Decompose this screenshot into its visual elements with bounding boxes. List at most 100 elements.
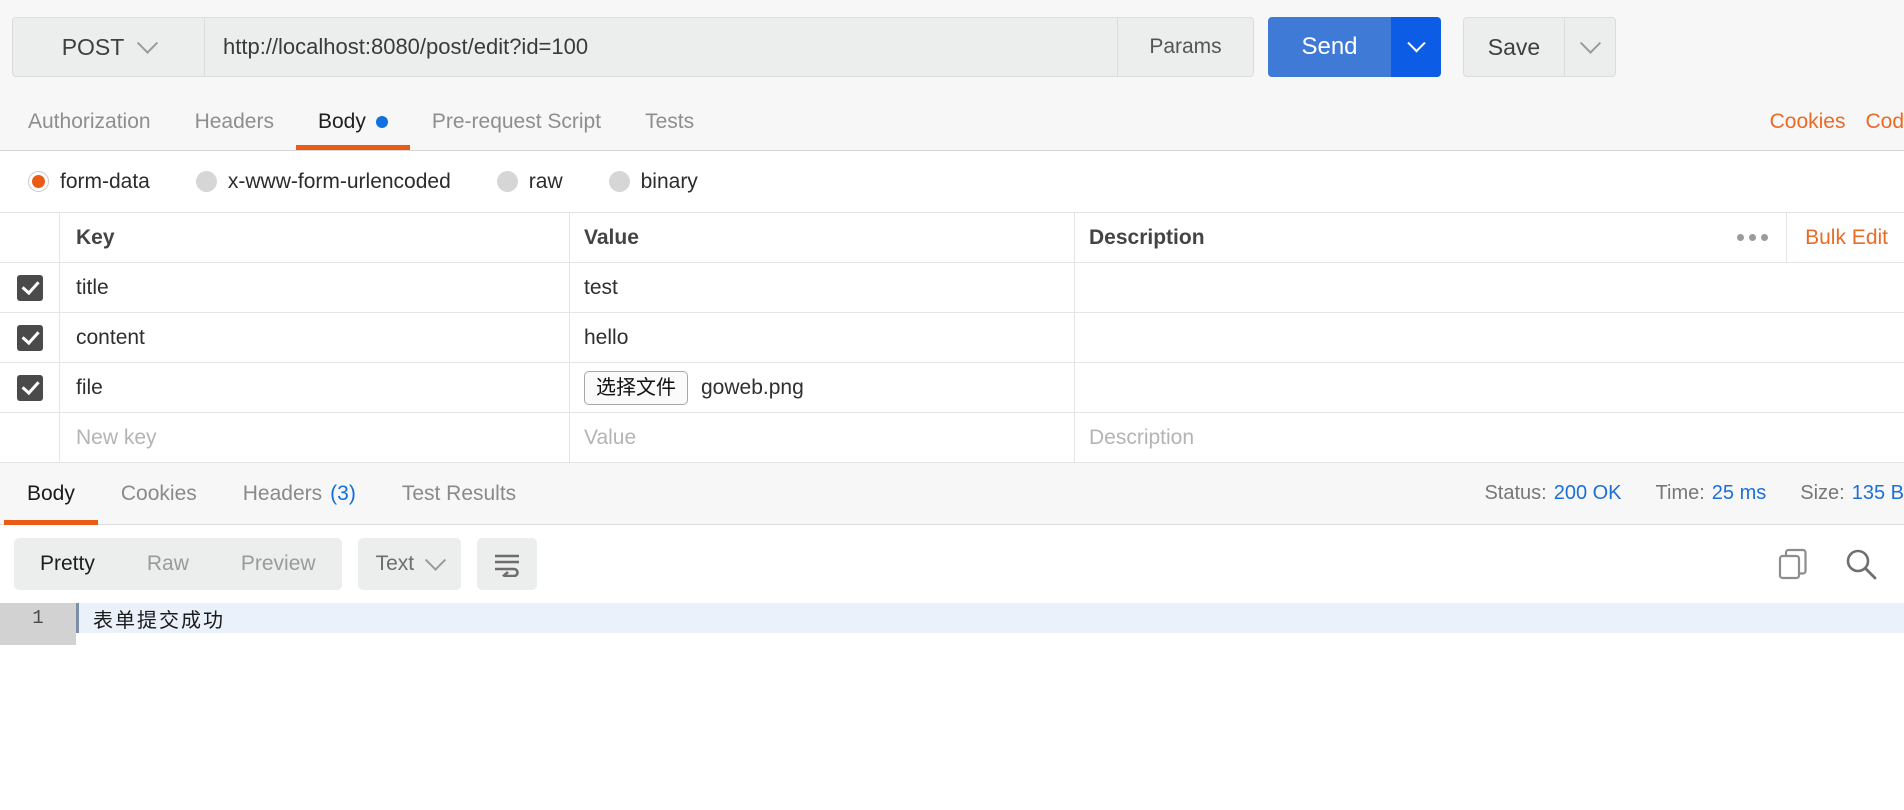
row-value-input[interactable]: test: [570, 263, 1075, 312]
row-description-input[interactable]: [1075, 313, 1904, 362]
new-value-input[interactable]: Value: [570, 413, 1075, 462]
header-key: Key: [60, 213, 570, 262]
size-value: 135 B: [1851, 482, 1904, 504]
table-row: file 选择文件 goweb.png: [0, 363, 1904, 413]
response-tab-headers[interactable]: Headers (3): [220, 463, 379, 524]
chevron-down-icon: [1579, 32, 1601, 54]
tab-label: Authorization: [28, 110, 151, 133]
new-description-input[interactable]: Description: [1075, 413, 1904, 462]
request-tabs-links: Cookies Cod: [1770, 94, 1904, 150]
response-toolbar: Pretty Raw Preview Text: [0, 525, 1904, 603]
chevron-down-icon: [137, 32, 159, 54]
view-mode-preview[interactable]: Preview: [215, 538, 342, 590]
response-tabs: Body Cookies Headers (3) Test Results St…: [0, 463, 1904, 525]
save-options-button[interactable]: [1565, 18, 1615, 76]
radio-label: raw: [528, 169, 563, 193]
save-button[interactable]: Save: [1464, 18, 1565, 76]
time-value: 25 ms: [1711, 482, 1767, 504]
radio-form-data[interactable]: form-data: [28, 170, 150, 194]
tab-label: Tests: [645, 110, 695, 133]
table-row: content hello: [0, 313, 1904, 363]
radio-x-www-form-urlencoded[interactable]: x-www-form-urlencoded: [195, 169, 451, 194]
view-mode-pretty[interactable]: Pretty: [14, 538, 121, 590]
tab-label: Headers: [242, 481, 323, 505]
radio-label: x-www-form-urlencoded: [227, 169, 451, 193]
chevron-down-icon: [424, 549, 447, 571]
size-label: Size:: [1800, 482, 1845, 504]
copy-icon[interactable]: [1776, 547, 1810, 581]
line-number: 1: [0, 603, 76, 633]
bulk-edit-button[interactable]: Bulk Edit: [1787, 213, 1904, 262]
row-value-file-cell: 选择文件 goweb.png: [570, 363, 1075, 412]
form-data-table: Key Value Description Bulk Edit title te…: [0, 213, 1904, 463]
params-label: Params: [1149, 35, 1222, 58]
http-method-label: POST: [61, 33, 125, 60]
params-button[interactable]: Params: [1118, 18, 1253, 76]
row-key-input[interactable]: file: [60, 363, 570, 412]
radio-selected-icon: [28, 171, 49, 192]
response-tab-test-results[interactable]: Test Results: [379, 463, 539, 524]
search-icon[interactable]: [1844, 547, 1878, 581]
row-checkbox-cell: [0, 263, 60, 312]
radio-label: binary: [640, 169, 698, 193]
tab-pre-request-script[interactable]: Pre-request Script: [410, 94, 623, 150]
row-checkbox[interactable]: [16, 274, 43, 301]
word-wrap-button[interactable]: [477, 538, 538, 590]
row-checkbox[interactable]: [16, 374, 43, 401]
headers-count: (3): [330, 481, 356, 505]
size-meta: Size: 135 B: [1800, 482, 1904, 505]
tab-body[interactable]: Body: [295, 94, 410, 150]
url-text: http://localhost:8080/post/edit?id=100: [223, 34, 589, 59]
table-header-actions: Bulk Edit: [1719, 213, 1904, 262]
radio-unselected-icon: [195, 171, 217, 192]
row-checkbox[interactable]: [16, 324, 43, 351]
choose-file-button[interactable]: 选择文件: [584, 370, 688, 405]
request-tabs: Authorization Headers Body Pre-request S…: [0, 94, 1904, 151]
header-value: Value: [570, 213, 1075, 262]
send-button[interactable]: Send: [1268, 17, 1391, 77]
time-label: Time:: [1655, 482, 1705, 504]
row-description-input[interactable]: [1075, 363, 1904, 412]
radio-binary[interactable]: binary: [608, 169, 698, 194]
cookies-link[interactable]: Cookies: [1770, 110, 1846, 134]
tab-tests[interactable]: Tests: [623, 94, 716, 150]
response-body-code: 1 表单提交成功: [0, 603, 1904, 633]
table-new-row: New key Value Description: [0, 413, 1904, 463]
row-key-input[interactable]: content: [60, 313, 570, 362]
response-meta: Status: 200 OK Time: 25 ms Size: 135 B: [1484, 463, 1904, 524]
save-label: Save: [1487, 33, 1541, 60]
word-wrap-icon: [495, 554, 520, 577]
header-check-cell: [0, 213, 60, 262]
radio-unselected-icon: [496, 171, 518, 192]
more-options-icon[interactable]: [1719, 213, 1788, 262]
tab-label: Cookies: [120, 481, 197, 505]
status-label: Status:: [1484, 482, 1547, 504]
send-options-button[interactable]: [1391, 17, 1441, 77]
chevron-down-icon: [1406, 33, 1426, 52]
url-input[interactable]: http://localhost:8080/post/edit?id=100: [205, 18, 1118, 76]
body-modified-dot-icon: [375, 116, 388, 128]
http-method-selector[interactable]: POST: [13, 18, 205, 76]
request-url-bar: POST http://localhost:8080/post/edit?id=…: [0, 0, 1904, 94]
tab-authorization[interactable]: Authorization: [6, 94, 173, 150]
row-checkbox-cell: [0, 363, 60, 412]
new-key-input[interactable]: New key: [60, 413, 570, 462]
new-row-checkbox-cell: [0, 413, 60, 462]
tab-label: Pre-request Script: [431, 110, 602, 133]
response-tab-body[interactable]: Body: [4, 463, 98, 525]
response-tab-cookies[interactable]: Cookies: [98, 463, 220, 524]
send-button-group: Send: [1268, 17, 1441, 77]
tab-headers[interactable]: Headers: [173, 94, 296, 150]
format-selector[interactable]: Text: [357, 538, 462, 590]
radio-raw[interactable]: raw: [496, 169, 563, 194]
row-value-input[interactable]: hello: [570, 313, 1075, 362]
response-toolbar-actions: [1776, 525, 1878, 603]
response-body-line: 表单提交成功: [76, 603, 1904, 633]
tab-label: Headers: [194, 110, 274, 133]
view-mode-raw[interactable]: Raw: [121, 538, 215, 590]
method-url-group: POST http://localhost:8080/post/edit?id=…: [12, 17, 1254, 77]
row-key-input[interactable]: title: [60, 263, 570, 312]
row-description-input[interactable]: [1075, 263, 1904, 312]
status-meta: Status: 200 OK: [1484, 482, 1621, 505]
code-link[interactable]: Cod: [1865, 110, 1904, 134]
